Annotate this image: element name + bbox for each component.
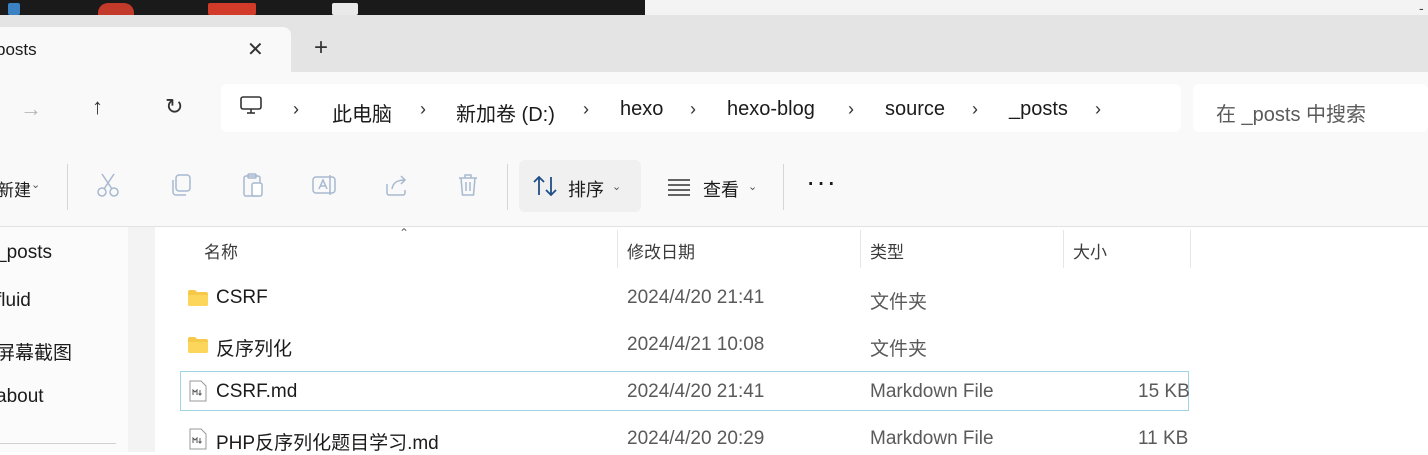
breadcrumb-this-pc[interactable]: 此电脑 bbox=[332, 98, 392, 127]
view-button[interactable]: 查看 bbox=[703, 176, 739, 202]
breadcrumb-source[interactable]: source bbox=[885, 98, 945, 121]
column-divider[interactable] bbox=[1190, 230, 1191, 268]
column-divider[interactable] bbox=[860, 230, 861, 268]
file-name[interactable]: CSRF.md bbox=[216, 381, 297, 403]
search-placeholder[interactable]: 在 _posts 中搜索 bbox=[1216, 98, 1366, 127]
delete-icon[interactable] bbox=[455, 172, 481, 198]
divider bbox=[783, 164, 784, 210]
column-header-date[interactable]: 修改日期 bbox=[627, 238, 695, 263]
tab-title: posts bbox=[0, 40, 37, 59]
app-icon-fragment bbox=[8, 3, 20, 15]
breadcrumb-separator[interactable]: › bbox=[690, 99, 696, 120]
file-type: 文件夹 bbox=[870, 339, 928, 360]
breadcrumb-separator[interactable]: › bbox=[583, 99, 589, 120]
sort-ascending-icon: ⌃ bbox=[399, 226, 410, 240]
file-date: 2024/4/20 21:41 bbox=[627, 287, 765, 308]
file-date: 2024/4/20 20:29 bbox=[627, 428, 765, 449]
sidebar-item-screenshots[interactable]: 屏幕截图 bbox=[0, 338, 72, 365]
refresh-icon[interactable]: ↻ bbox=[165, 94, 183, 120]
chevron-down-icon[interactable]: ⌄ bbox=[748, 180, 757, 193]
breadcrumb-separator[interactable]: › bbox=[1095, 99, 1101, 120]
folder-icon bbox=[188, 337, 208, 353]
file-type: 文件夹 bbox=[870, 292, 928, 313]
column-divider[interactable] bbox=[617, 230, 618, 268]
breadcrumb-hexo-blog[interactable]: hexo-blog bbox=[727, 98, 815, 121]
desktop-strip bbox=[0, 0, 645, 15]
chevron-down-icon[interactable]: ⌄ bbox=[612, 180, 621, 193]
more-options-button[interactable]: ··· bbox=[806, 166, 837, 198]
breadcrumb-drive-d[interactable]: 新加卷 (D:) bbox=[456, 98, 555, 127]
sidebar-item-posts[interactable]: _posts bbox=[0, 242, 52, 264]
file-size: 11 KB bbox=[1138, 428, 1189, 449]
new-button[interactable]: 新建 bbox=[0, 176, 31, 201]
rename-icon[interactable] bbox=[311, 172, 337, 198]
minimize-icon[interactable]: - bbox=[1419, 0, 1424, 16]
divider bbox=[0, 443, 116, 444]
file-name[interactable]: PHP反序列化题目学习.md bbox=[216, 428, 439, 455]
view-icon bbox=[668, 179, 690, 196]
divider bbox=[507, 164, 508, 210]
pane-splitter[interactable] bbox=[128, 227, 155, 452]
column-header-name[interactable]: 名称 bbox=[204, 238, 238, 263]
close-tab-icon[interactable]: ✕ bbox=[247, 37, 264, 62]
breadcrumb-separator[interactable]: › bbox=[848, 99, 854, 120]
file-type: Markdown File bbox=[870, 428, 994, 449]
this-pc-icon[interactable] bbox=[240, 96, 262, 114]
forward-icon[interactable]: → bbox=[20, 96, 42, 122]
breadcrumb-separator[interactable]: › bbox=[420, 99, 426, 120]
chevron-down-icon[interactable]: ⌄ bbox=[31, 178, 40, 191]
desktop-strip-light bbox=[645, 0, 1428, 15]
breadcrumb-separator[interactable]: › bbox=[293, 99, 299, 120]
cut-icon[interactable] bbox=[95, 172, 121, 198]
app-icon-fragment bbox=[98, 3, 134, 15]
file-name[interactable]: CSRF bbox=[216, 287, 268, 309]
file-date: 2024/4/20 21:41 bbox=[627, 381, 765, 402]
file-name[interactable]: 反序列化 bbox=[216, 334, 292, 361]
divider bbox=[67, 164, 68, 210]
app-icon-fragment bbox=[332, 3, 358, 15]
sidebar-item-fluid[interactable]: fluid bbox=[0, 290, 31, 312]
copy-icon[interactable] bbox=[168, 172, 194, 198]
file-size: 15 KB bbox=[1138, 381, 1190, 402]
file-date: 2024/4/21 10:08 bbox=[627, 334, 765, 355]
up-icon[interactable]: ↑ bbox=[92, 94, 103, 120]
markdown-file-icon bbox=[189, 380, 207, 402]
sort-icon bbox=[533, 175, 557, 197]
breadcrumb-posts[interactable]: _posts bbox=[1009, 98, 1068, 121]
empty-area bbox=[1190, 227, 1428, 452]
paste-icon[interactable] bbox=[240, 172, 266, 198]
share-icon[interactable] bbox=[384, 172, 410, 198]
breadcrumb-separator[interactable]: › bbox=[972, 99, 978, 120]
sidebar-item-about[interactable]: about bbox=[0, 386, 44, 408]
sort-label[interactable]: 排序 bbox=[568, 176, 604, 202]
folder-icon bbox=[188, 290, 208, 306]
app-icon-fragment bbox=[208, 3, 256, 15]
file-type: Markdown File bbox=[870, 381, 994, 402]
column-header-type[interactable]: 类型 bbox=[870, 238, 904, 263]
breadcrumb-hexo[interactable]: hexo bbox=[620, 98, 663, 121]
markdown-file-icon bbox=[189, 428, 207, 450]
new-tab-button[interactable]: + bbox=[314, 34, 328, 62]
column-divider[interactable] bbox=[1063, 230, 1064, 268]
column-header-size[interactable]: 大小 bbox=[1073, 238, 1107, 263]
